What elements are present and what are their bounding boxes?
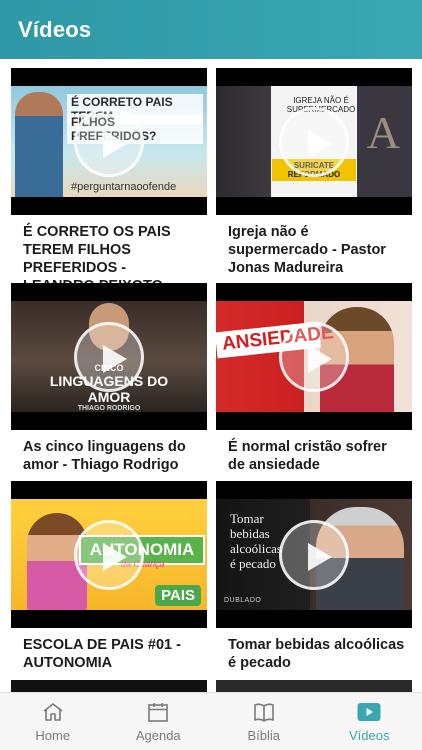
nav-label: Vídeos [349, 728, 390, 743]
nav-biblia[interactable]: Bíblia [211, 693, 317, 750]
book-icon [252, 701, 276, 723]
nav-label: Home [35, 728, 71, 743]
thumbnail-text: é pecado [230, 556, 276, 571]
thumbnail-text: THIAGO RODRIGO [77, 405, 141, 412]
play-icon[interactable] [74, 321, 144, 392]
thumbnail-text: bebidas [230, 526, 270, 541]
decorative-letter: A [366, 107, 400, 158]
video-title[interactable]: Igreja não é supermercado - Pastor Jonas… [216, 215, 412, 277]
bottom-navigation: Home Agenda Bíblia Vídeos [0, 692, 422, 750]
video-card[interactable]: IGREJA NÃO É SUPERMERCADO A SURICATE REF… [216, 68, 412, 277]
page-title: Vídeos [18, 16, 92, 42]
video-thumbnail[interactable]: AUTONOMIA da Criança PAIS [11, 481, 207, 628]
thumbnail-text: alcoólicas [230, 541, 282, 556]
video-thumbnail[interactable]: ANSIEDADE [216, 283, 412, 430]
video-title[interactable]: As cinco linguagens do amor - Thiago Rod… [11, 430, 207, 474]
calendar-icon [146, 701, 170, 723]
video-thumbnail[interactable]: IGREJA NÃO É SUPERMERCADO A SURICATE REF… [216, 68, 412, 215]
nav-label: Agenda [135, 728, 181, 743]
video-title[interactable]: ESCOLA DE PAIS #01 - AUTONOMIA [11, 628, 207, 672]
nav-videos[interactable]: Vídeos [317, 693, 422, 750]
play-icon[interactable] [74, 106, 144, 177]
video-thumbnail[interactable]: CINCO LINGUAGENS DO AMOR THIAGO RODRIGO [11, 283, 207, 430]
nav-label: Bíblia [247, 728, 281, 743]
video-title[interactable]: Tomar bebidas alcoólicas é pecado [216, 628, 412, 672]
play-icon[interactable] [279, 321, 349, 392]
thumbnail-tag: DUBLADO [224, 597, 262, 604]
app-bar: Vídeos [0, 0, 422, 59]
home-icon [41, 701, 65, 723]
video-card[interactable]: CINCO LINGUAGENS DO AMOR THIAGO RODRIGO … [11, 283, 207, 474]
play-icon[interactable] [279, 106, 349, 177]
video-thumbnail[interactable]: Tomar bebidas alcoólicas é pecado DUBLAD… [216, 481, 412, 628]
video-thumbnail[interactable]: É CORRETO PAIS TEREM FILHOS PREFERIDOS? … [11, 68, 207, 215]
video-card[interactable]: ANSIEDADE É normal cristão sofrer de ans… [216, 283, 412, 474]
video-grid[interactable]: É CORRETO PAIS TEREM FILHOS PREFERIDOS? … [0, 59, 422, 692]
video-card[interactable]: Tomar bebidas alcoólicas é pecado DUBLAD… [216, 481, 412, 672]
play-icon[interactable] [74, 519, 144, 590]
video-card[interactable]: É CORRETO PAIS TEREM FILHOS PREFERIDOS? … [11, 68, 207, 295]
nav-agenda[interactable]: Agenda [106, 693, 212, 750]
video-thumbnail-partial[interactable] [216, 680, 412, 692]
thumbnail-badge: PAIS [155, 585, 201, 606]
play-icon [357, 701, 381, 723]
nav-home[interactable]: Home [0, 693, 106, 750]
video-title[interactable]: É normal cristão sofrer de ansiedade [216, 430, 412, 474]
thumbnail-hashtag: #perguntarnaoofende [71, 181, 177, 193]
thumbnail-text: Tomar [230, 511, 264, 526]
video-card[interactable]: AUTONOMIA da Criança PAIS ESCOLA DE PAIS… [11, 481, 207, 672]
play-icon[interactable] [279, 519, 349, 590]
video-thumbnail-partial[interactable] [11, 680, 207, 692]
person-image [15, 92, 63, 197]
